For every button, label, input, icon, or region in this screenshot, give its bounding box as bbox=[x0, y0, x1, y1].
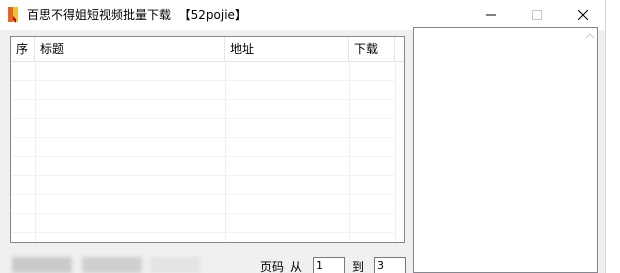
minimize-button[interactable] bbox=[468, 0, 514, 30]
grid-line bbox=[11, 99, 394, 100]
app-window: 百思不得姐短视频批量下载 【52pojie】 序 标题 地址 下载 页码 从 1… bbox=[0, 0, 606, 273]
column-header-seq[interactable]: 序 bbox=[11, 37, 35, 61]
close-icon bbox=[578, 10, 588, 20]
grid-line bbox=[11, 118, 394, 119]
grid-line bbox=[11, 156, 394, 157]
grid-line bbox=[11, 175, 394, 176]
grid-line bbox=[35, 61, 36, 242]
blurred-area bbox=[12, 257, 72, 273]
column-header-address[interactable]: 地址 bbox=[225, 37, 349, 61]
title-bar[interactable]: 百思不得姐短视频批量下载 【52pojie】 bbox=[0, 0, 605, 30]
to-label: 到 bbox=[352, 260, 365, 273]
blurred-area bbox=[150, 257, 200, 273]
from-label: 从 bbox=[290, 260, 303, 273]
to-page-input[interactable]: 3 bbox=[374, 257, 406, 273]
window-title: 百思不得姐短视频批量下载 【52pojie】 bbox=[27, 8, 247, 22]
grid-line bbox=[11, 80, 394, 81]
column-header-download[interactable]: 下载 bbox=[349, 37, 395, 61]
maximize-icon bbox=[532, 10, 542, 20]
from-page-input[interactable]: 1 bbox=[313, 257, 345, 273]
grid-line bbox=[349, 61, 350, 242]
side-panel[interactable] bbox=[413, 27, 598, 273]
grid-line bbox=[11, 213, 394, 214]
maximize-button[interactable] bbox=[514, 0, 560, 30]
app-bookmark-icon bbox=[8, 7, 18, 23]
video-list[interactable]: 序 标题 地址 下载 bbox=[10, 36, 405, 243]
scroll-up-icon[interactable] bbox=[585, 32, 595, 40]
grid-line bbox=[225, 61, 226, 242]
pager-bar: 页码 从 1 到 3 bbox=[0, 247, 413, 273]
close-button[interactable] bbox=[560, 0, 605, 30]
blurred-area bbox=[82, 257, 142, 273]
minimize-icon bbox=[486, 14, 496, 16]
grid-line bbox=[395, 61, 396, 242]
page-label: 页码 bbox=[260, 260, 285, 273]
grid-line bbox=[11, 137, 394, 138]
grid-line bbox=[11, 194, 394, 195]
grid-line bbox=[11, 232, 394, 233]
list-header: 序 标题 地址 下载 bbox=[11, 37, 404, 62]
column-header-title[interactable]: 标题 bbox=[35, 37, 225, 61]
